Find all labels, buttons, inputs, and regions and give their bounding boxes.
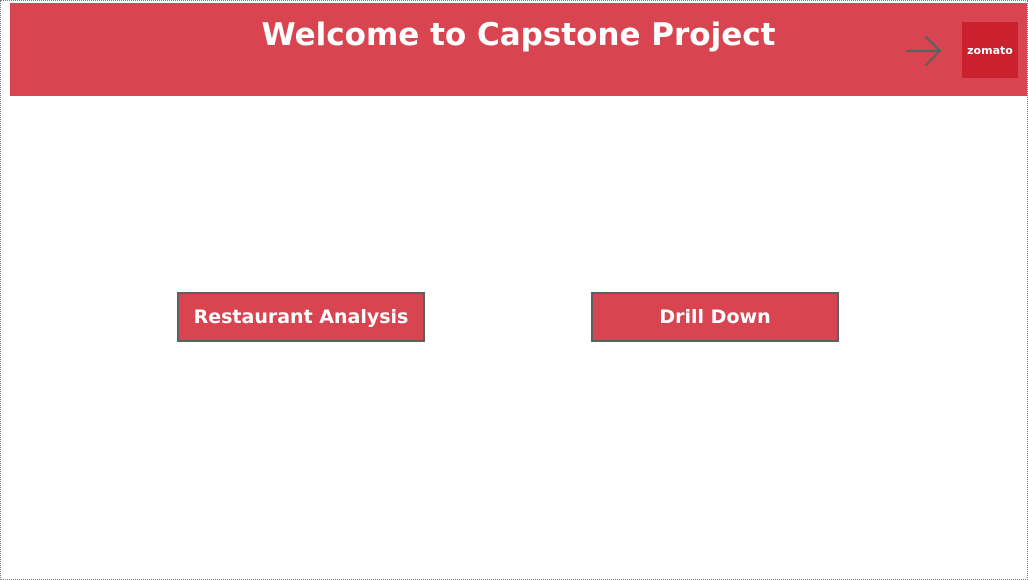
header-banner: Welcome to Capstone Project zomato <box>10 3 1027 96</box>
arrow-right-icon[interactable] <box>904 33 944 69</box>
page-title: Welcome to Capstone Project <box>261 17 776 53</box>
zomato-logo: zomato <box>962 22 1018 78</box>
drill-down-button[interactable]: Drill Down <box>591 292 839 342</box>
restaurant-analysis-button[interactable]: Restaurant Analysis <box>177 292 425 342</box>
logo-text: zomato <box>967 43 1013 57</box>
report-canvas: Welcome to Capstone Project zomato Resta… <box>0 0 1028 580</box>
